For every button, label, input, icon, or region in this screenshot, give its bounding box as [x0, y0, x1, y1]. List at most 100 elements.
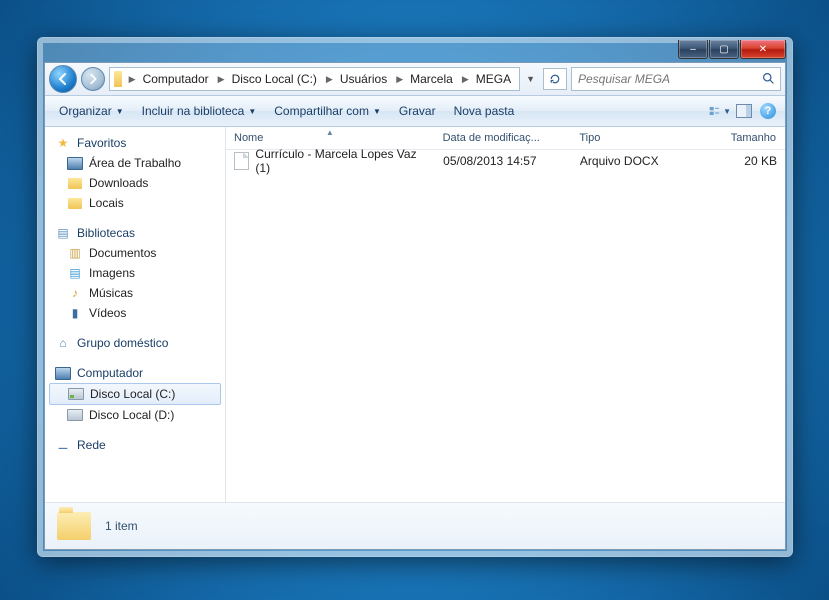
sidebar-label: Disco Local (D:)	[89, 408, 174, 422]
maximize-icon: ▢	[719, 44, 728, 55]
column-header-name[interactable]: Nome ▲	[226, 127, 435, 149]
window-controls: – ▢ ✕	[677, 40, 786, 59]
breadcrumb[interactable]: ▶ Computador ▶ Disco Local (C:) ▶ Usuári…	[109, 67, 520, 91]
new-folder-button[interactable]: Nova pasta	[446, 100, 523, 122]
details-pane: 1 item	[45, 502, 785, 549]
breadcrumb-segment[interactable]: Usuários	[336, 68, 393, 90]
sidebar-item-recent[interactable]: Locais	[45, 193, 225, 213]
sidebar-item-desktop[interactable]: Área de Trabalho	[45, 153, 225, 173]
search-box[interactable]	[571, 67, 781, 91]
chevron-down-icon[interactable]: ▼	[524, 74, 537, 84]
videos-icon: ▮	[67, 305, 83, 321]
maximize-button[interactable]: ▢	[709, 40, 739, 59]
network-group: ⚊ Rede	[45, 435, 225, 455]
file-size: 20 KB	[744, 154, 777, 168]
breadcrumb-label: Computador	[143, 72, 209, 86]
file-list: Nome ▲ Data de modificaç... Tipo Tamanho…	[226, 127, 785, 502]
folder-icon	[114, 71, 122, 87]
sidebar-item-documents[interactable]: ▥ Documentos	[45, 243, 225, 263]
item-count: 1 item	[105, 519, 138, 533]
breadcrumb-segment[interactable]: Disco Local (C:)	[228, 68, 323, 90]
sidebar-label: Favoritos	[77, 136, 126, 150]
search-input[interactable]	[576, 71, 762, 87]
file-type-cell: Arquivo DOCX	[572, 150, 685, 172]
burn-button[interactable]: Gravar	[391, 100, 444, 122]
view-icon	[709, 104, 721, 118]
organize-button[interactable]: Organizar ▼	[51, 100, 132, 122]
file-row[interactable]: Currículo - Marcela Lopes Vaz (1) 05/08/…	[226, 150, 785, 172]
breadcrumb-label: Disco Local (C:)	[232, 72, 317, 86]
minimize-button[interactable]: –	[678, 40, 708, 59]
share-with-button[interactable]: Compartilhar com ▼	[266, 100, 389, 122]
breadcrumb-label: Marcela	[410, 72, 453, 86]
sidebar-label: Vídeos	[89, 306, 126, 320]
close-button[interactable]: ✕	[740, 40, 786, 59]
view-options-button[interactable]: ▼	[709, 100, 731, 122]
libraries-icon: ▤	[55, 225, 71, 241]
sidebar-label: Computador	[77, 366, 143, 380]
file-type: Arquivo DOCX	[580, 154, 659, 168]
sidebar-item-favorites[interactable]: ★ Favoritos	[45, 133, 225, 153]
breadcrumb-segment[interactable]: MEGA	[472, 68, 517, 90]
forward-button[interactable]	[81, 67, 105, 91]
back-button[interactable]	[49, 65, 77, 93]
pictures-icon: ▤	[67, 265, 83, 281]
sidebar-item-drive-c[interactable]: Disco Local (C:)	[49, 383, 221, 405]
chevron-right-icon[interactable]: ▶	[323, 74, 336, 85]
include-in-library-button[interactable]: Incluir na biblioteca▼	[134, 100, 265, 122]
chevron-right-icon[interactable]: ▶	[215, 74, 228, 85]
computer-icon	[55, 365, 71, 381]
file-date-cell: 05/08/2013 14:57	[435, 150, 572, 172]
star-icon: ★	[55, 135, 71, 151]
desktop-icon	[67, 155, 83, 171]
sort-ascending-icon: ▲	[326, 128, 334, 137]
chevron-down-icon: ▼	[723, 107, 731, 116]
sidebar-label: Disco Local (C:)	[90, 387, 175, 401]
sidebar-label: Imagens	[89, 266, 135, 280]
breadcrumb-label: MEGA	[476, 72, 511, 86]
refresh-button[interactable]	[543, 68, 567, 90]
sidebar-item-drive-d[interactable]: Disco Local (D:)	[45, 405, 225, 425]
window-content: ▶ Computador ▶ Disco Local (C:) ▶ Usuári…	[44, 62, 786, 550]
help-button[interactable]: ?	[757, 100, 779, 122]
sidebar-item-music[interactable]: ♪Músicas	[45, 283, 225, 303]
button-label: Organizar	[59, 104, 112, 118]
column-label: Nome	[234, 132, 263, 144]
chevron-down-icon: ▼	[373, 107, 381, 116]
navigation-bar: ▶ Computador ▶ Disco Local (C:) ▶ Usuári…	[45, 63, 785, 96]
button-label: Incluir na biblioteca	[142, 104, 245, 118]
arrow-left-icon	[56, 72, 70, 86]
libraries-group: ▤ Bibliotecas ▥ Documentos ▤ Imagens ♪Músi…	[45, 223, 225, 323]
sidebar-label: Área de Trabalho	[89, 156, 181, 170]
sidebar-item-libraries[interactable]: ▤ Bibliotecas	[45, 223, 225, 243]
file-name-cell: Currículo - Marcela Lopes Vaz (1)	[226, 150, 435, 172]
chevron-right-icon[interactable]: ▶	[393, 74, 406, 85]
sidebar-label: Músicas	[89, 286, 133, 300]
sidebar-item-computer[interactable]: Computador	[45, 363, 225, 383]
column-header-type[interactable]: Tipo	[571, 127, 684, 149]
recent-icon	[67, 195, 83, 211]
button-label: Compartilhar com	[274, 104, 369, 118]
close-icon: ✕	[759, 44, 767, 55]
preview-pane-button[interactable]	[733, 100, 755, 122]
column-header-date[interactable]: Data de modificaç...	[435, 127, 572, 149]
navigation-pane[interactable]: ★ Favoritos Área de Trabalho Downloads L…	[45, 127, 226, 502]
sidebar-item-homegroup[interactable]: ⌂ Grupo doméstico	[45, 333, 225, 353]
sidebar-label: Documentos	[89, 246, 156, 260]
breadcrumb-segment[interactable]: Computador	[139, 68, 215, 90]
sidebar-item-network[interactable]: ⚊ Rede	[45, 435, 225, 455]
column-header-size[interactable]: Tamanho	[684, 127, 785, 149]
chevron-right-icon[interactable]: ▶	[459, 74, 472, 85]
sidebar-item-downloads[interactable]: Downloads	[45, 173, 225, 193]
breadcrumb-label: Usuários	[340, 72, 387, 86]
sidebar-item-videos[interactable]: ▮ Vídeos	[45, 303, 225, 323]
documents-icon: ▥	[67, 245, 83, 261]
chevron-right-icon[interactable]: ▶	[126, 74, 139, 85]
breadcrumb-segment[interactable]: Marcela	[406, 68, 459, 90]
toolbar: Organizar▼ Incluir na biblioteca▼ Compar…	[45, 96, 785, 127]
column-label: Data de modificaç...	[443, 132, 540, 144]
network-icon: ⚊	[55, 437, 71, 453]
titlebar[interactable]: – ▢ ✕	[44, 44, 786, 64]
chevron-down-icon: ▼	[116, 107, 124, 116]
sidebar-item-pictures[interactable]: ▤ Imagens	[45, 263, 225, 283]
